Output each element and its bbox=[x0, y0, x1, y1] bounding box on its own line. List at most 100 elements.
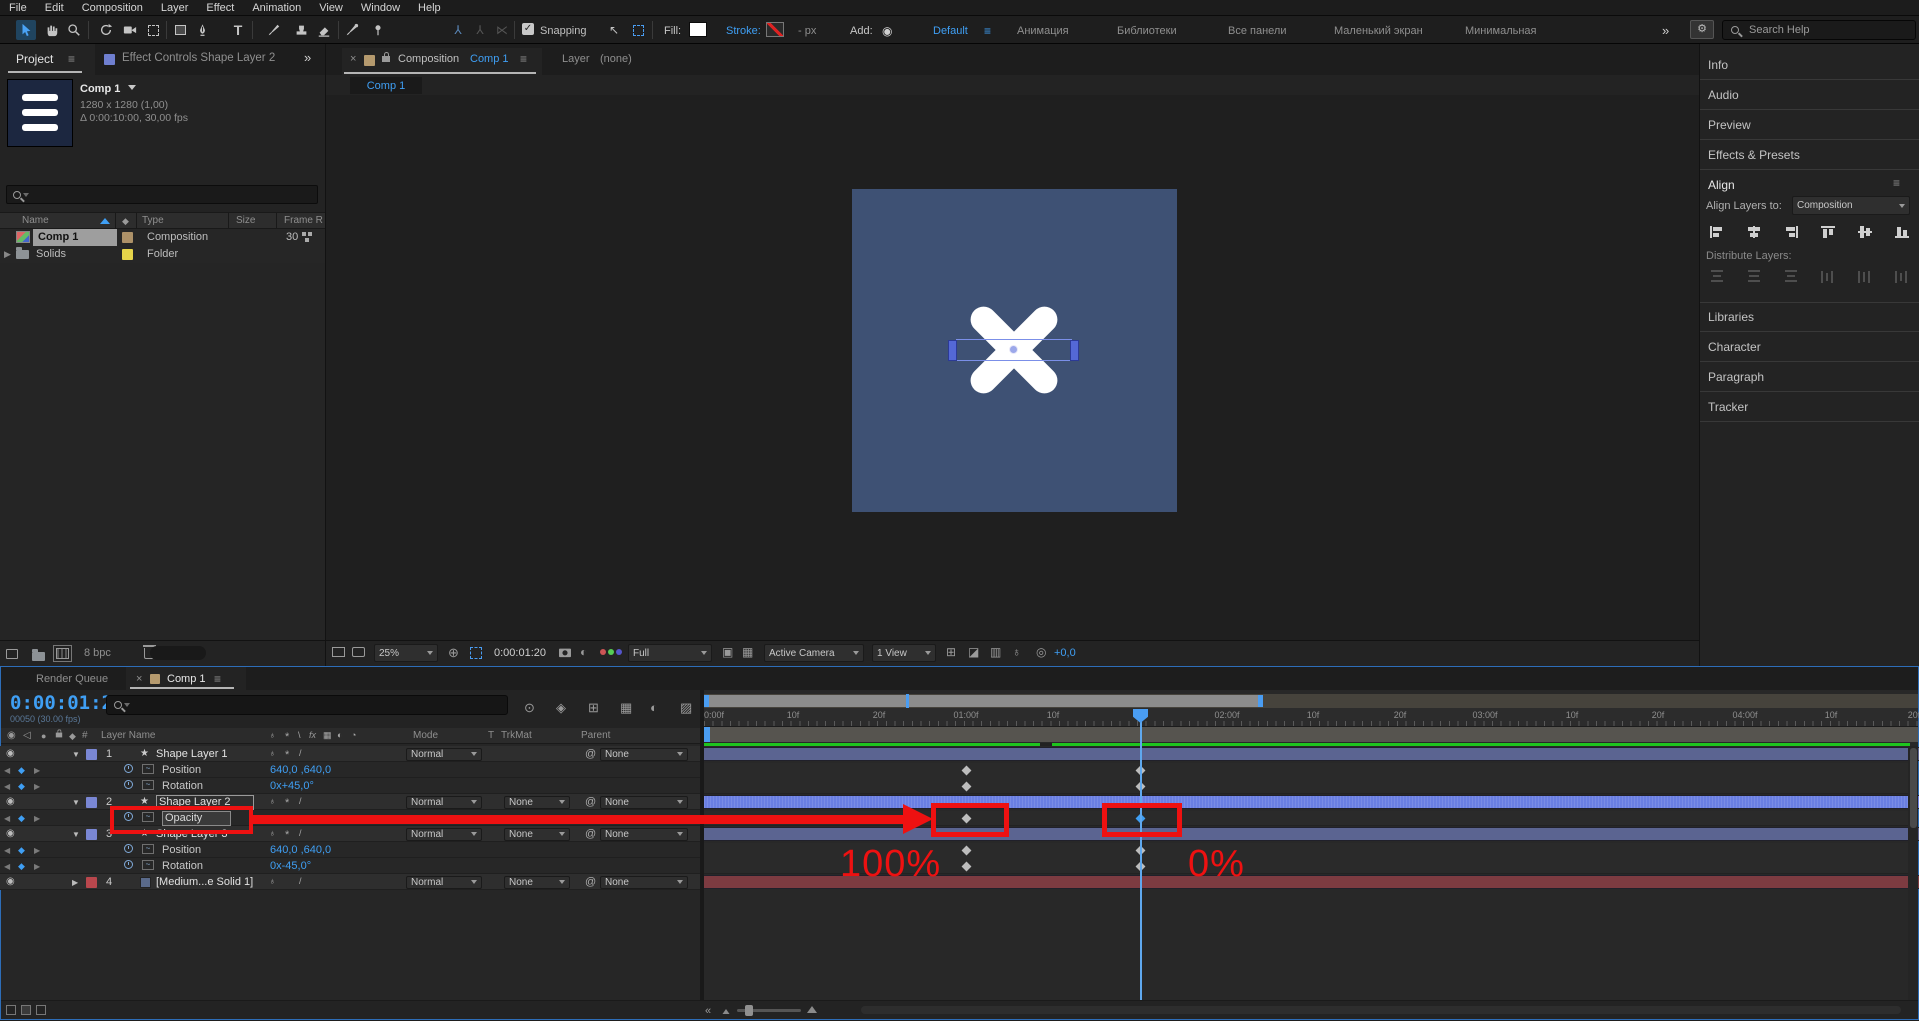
layer-bar-3[interactable] bbox=[704, 827, 1919, 841]
shape-tool-icon[interactable] bbox=[170, 20, 190, 40]
brush-tool-icon[interactable] bbox=[264, 20, 284, 40]
next-keyframe-icon[interactable]: ▶ bbox=[34, 766, 40, 775]
prev-keyframe-icon[interactable]: ◀ bbox=[4, 814, 10, 823]
navigator-end-handle[interactable] bbox=[1258, 695, 1263, 707]
distribute-horizontal-center-button[interactable] bbox=[1852, 266, 1878, 286]
layer-row-1[interactable]: ◉ ▼ 1 ★ Shape Layer 1 ♁ * / Normal @ Non… bbox=[0, 746, 700, 762]
lock-column-icon[interactable] bbox=[56, 733, 62, 738]
menu-layer[interactable]: Layer bbox=[152, 2, 198, 14]
toggle-modes-icon[interactable] bbox=[21, 1005, 31, 1015]
zoom-out-icon[interactable]: « bbox=[705, 1005, 711, 1017]
property-value[interactable]: 640,0 ,640,0 bbox=[270, 844, 331, 856]
zoom-slider-thumb[interactable] bbox=[745, 1005, 753, 1016]
trkmat-dropdown[interactable]: None bbox=[504, 876, 570, 889]
parent-dropdown[interactable]: None bbox=[600, 748, 688, 761]
layer-row-2[interactable]: ◉ ▼ 2 ★ Shape Layer 2 ♁ * / Normal None … bbox=[0, 794, 700, 810]
transparency-grid-icon[interactable]: ▦ bbox=[742, 645, 753, 659]
project-panel-menu-icon[interactable]: ≡ bbox=[68, 52, 75, 66]
panel-effects-presets[interactable]: Effects & Presets bbox=[1700, 140, 1919, 170]
channel-icons[interactable] bbox=[600, 649, 606, 655]
distribute-right-button[interactable] bbox=[1889, 266, 1915, 286]
time-ruler[interactable]: 0:00f 10f 20f 01:00f 10f 20f 02:00f 10f … bbox=[704, 708, 1918, 727]
pixel-aspect-icon[interactable]: ⊞ bbox=[946, 645, 956, 659]
tab-timeline-comp[interactable]: Comp 1 bbox=[167, 673, 206, 685]
blend-mode-dropdown[interactable]: Normal bbox=[406, 876, 482, 889]
comp-panel-menu-icon[interactable]: ≡ bbox=[520, 52, 527, 66]
local-axis-mode-icon[interactable]: ⅄ bbox=[448, 20, 468, 40]
project-row-solids[interactable]: ▶ Solids Folder bbox=[0, 246, 325, 263]
layer-row-3[interactable]: ◉ ▼ 3 ★ Shape Layer 3 ♁ * / Normal None … bbox=[0, 826, 700, 842]
property-row-rotation-3[interactable]: ◀ ◆ ▶ ~ Rotation 0x-45,0° bbox=[0, 858, 700, 874]
video-column-icon[interactable]: ◉ bbox=[7, 730, 16, 741]
next-keyframe-icon[interactable]: ▶ bbox=[34, 814, 40, 823]
parent-dropdown[interactable]: None bbox=[600, 876, 688, 889]
resolution-dropdown[interactable]: Full bbox=[628, 644, 712, 662]
timeline-button-icon[interactable]: ◪ bbox=[968, 645, 979, 659]
selection-tool-icon[interactable] bbox=[16, 20, 36, 40]
comp-current-time[interactable]: 0:00:01:20 bbox=[494, 647, 546, 659]
hide-shy-layers-icon[interactable]: ⊞ bbox=[588, 700, 599, 716]
camera-tool-icon[interactable] bbox=[120, 20, 140, 40]
workspace-menu-icon[interactable]: ≡ bbox=[984, 24, 991, 38]
layer-bar-1[interactable] bbox=[704, 747, 1919, 761]
puppet-pin-tool-icon[interactable] bbox=[368, 20, 388, 40]
keyframe-toggle-icon[interactable]: ◆ bbox=[18, 845, 25, 856]
align-bottom-button[interactable] bbox=[1889, 222, 1915, 242]
distribute-top-button[interactable] bbox=[1704, 266, 1730, 286]
col-size[interactable]: Size bbox=[236, 215, 255, 226]
col-t[interactable]: T bbox=[488, 730, 494, 741]
align-right-button[interactable] bbox=[1778, 222, 1804, 242]
align-vertical-center-button[interactable] bbox=[1852, 222, 1878, 242]
graph-icon[interactable]: ~ bbox=[142, 844, 154, 854]
hand-tool-icon[interactable] bbox=[42, 20, 62, 40]
solo-column-icon[interactable]: ● bbox=[41, 731, 46, 741]
next-keyframe-icon[interactable]: ▶ bbox=[34, 782, 40, 791]
primary-viewer-icon[interactable] bbox=[352, 647, 365, 657]
panel-tracker[interactable]: Tracker bbox=[1700, 392, 1919, 422]
viewer-tab-comp1[interactable]: Comp 1 bbox=[350, 77, 422, 94]
property-name[interactable]: Rotation bbox=[162, 860, 203, 872]
exposure-icon[interactable]: ♁ bbox=[1012, 645, 1021, 659]
trkmat-dropdown[interactable]: None bbox=[504, 828, 570, 841]
graph-icon[interactable]: ~ bbox=[142, 860, 154, 870]
stopwatch-icon[interactable] bbox=[124, 780, 133, 789]
parent-pickwhip-icon[interactable]: @ bbox=[585, 876, 596, 888]
pan-behind-tool-icon[interactable] bbox=[143, 20, 163, 40]
tab-composition-comp-name[interactable]: Comp 1 bbox=[470, 53, 509, 65]
timeline-navigator[interactable] bbox=[704, 694, 1918, 708]
frame-blending-icon[interactable]: ▦ bbox=[620, 700, 632, 716]
grid-guides-icon[interactable]: ⊕ bbox=[448, 645, 459, 661]
show-snapshot-icon[interactable]: ◐ bbox=[580, 645, 587, 659]
collapse-switch[interactable]: ♁ bbox=[269, 876, 276, 886]
magnification-dropdown[interactable]: 25% bbox=[374, 644, 438, 662]
parent-dropdown[interactable]: None bbox=[600, 828, 688, 841]
panel-info[interactable]: Info bbox=[1700, 50, 1919, 80]
layer-label-swatch[interactable] bbox=[86, 749, 97, 760]
align-top-button[interactable] bbox=[1815, 222, 1841, 242]
menu-animation[interactable]: Animation bbox=[243, 2, 310, 14]
snapping-checkbox[interactable]: ✓ bbox=[522, 23, 534, 35]
quality-switch[interactable]: / bbox=[299, 828, 302, 838]
project-row-comp[interactable]: Comp 1 Composition 30 bbox=[0, 229, 325, 246]
collapse-switch[interactable]: ♁ bbox=[269, 828, 276, 838]
navigator-start-handle[interactable] bbox=[704, 695, 709, 707]
parent-dropdown[interactable]: None bbox=[600, 796, 688, 809]
panel-paragraph[interactable]: Paragraph bbox=[1700, 362, 1919, 392]
eye-icon[interactable]: ◉ bbox=[6, 748, 15, 759]
property-value[interactable]: 0x-45,0° bbox=[270, 860, 311, 872]
panel-audio[interactable]: Audio bbox=[1700, 80, 1919, 110]
snapshot-camera-icon[interactable] bbox=[558, 646, 572, 661]
reset-exposure-icon[interactable]: ◎ bbox=[1036, 645, 1046, 659]
timeline-tab-close-icon[interactable]: × bbox=[136, 673, 142, 685]
col-trkmat[interactable]: TrkMat bbox=[501, 730, 532, 741]
label-column-icon[interactable]: ◆ bbox=[69, 731, 76, 742]
keyframe-toggle-icon[interactable]: ◆ bbox=[18, 765, 25, 776]
menu-edit[interactable]: Edit bbox=[36, 2, 73, 14]
work-area-start-handle[interactable] bbox=[704, 727, 710, 742]
view-axis-mode-icon[interactable]: ⋉ bbox=[492, 20, 512, 40]
roto-brush-tool-icon[interactable] bbox=[342, 20, 362, 40]
layer-name[interactable]: Shape Layer 1 bbox=[156, 748, 228, 760]
clone-stamp-tool-icon[interactable] bbox=[291, 20, 311, 40]
timeline-panel-menu-icon[interactable]: ≡ bbox=[214, 672, 221, 686]
workspace-all-panels[interactable]: Все панели bbox=[1228, 25, 1286, 37]
